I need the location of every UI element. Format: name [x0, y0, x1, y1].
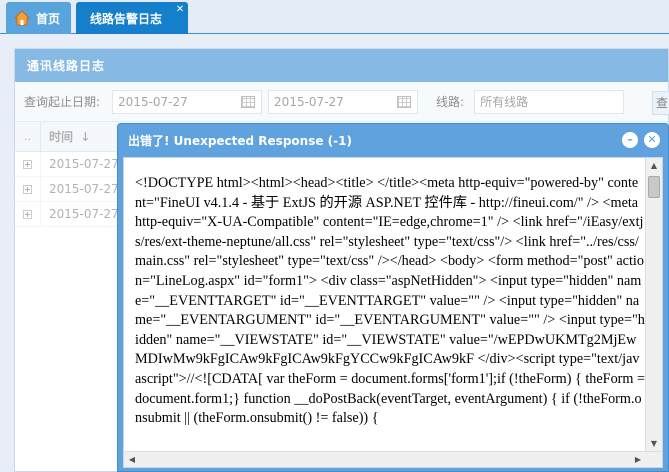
scroll-up-icon[interactable]: ▲: [646, 158, 662, 174]
scroll-right-icon[interactable]: ▶: [630, 452, 646, 467]
scroll-down-icon[interactable]: ▼: [646, 436, 662, 452]
tab-strip: 首页 线路告警日志 ✕: [0, 0, 669, 34]
close-icon[interactable]: ✕: [644, 132, 660, 148]
tab-line-alarm-log-label: 线路告警日志: [90, 11, 163, 26]
vertical-scrollbar[interactable]: ▲ ▼: [645, 158, 662, 452]
dialog-tools: – ✕: [622, 132, 660, 148]
tab-home[interactable]: 首页: [6, 2, 71, 34]
home-icon: [13, 10, 31, 26]
tab-home-label: 首页: [36, 11, 61, 26]
scroll-left-icon[interactable]: ◀: [124, 452, 140, 467]
minimize-icon[interactable]: –: [622, 132, 638, 148]
close-icon[interactable]: ✕: [175, 5, 185, 15]
horizontal-scrollbar[interactable]: ◀ ▶: [124, 451, 662, 467]
scroll-thumb[interactable]: [648, 176, 660, 198]
dialog-body: <!DOCTYPE html><html><head><title> </tit…: [123, 157, 663, 468]
error-response-text[interactable]: <!DOCTYPE html><html><head><title> </tit…: [135, 174, 645, 429]
tab-line-alarm-log[interactable]: 线路告警日志 ✕: [76, 2, 188, 34]
dialog-title: 出错了! Unexpected Response (-1): [128, 133, 352, 148]
error-dialog: 出错了! Unexpected Response (-1) – ✕ <!DOCT…: [117, 123, 669, 472]
